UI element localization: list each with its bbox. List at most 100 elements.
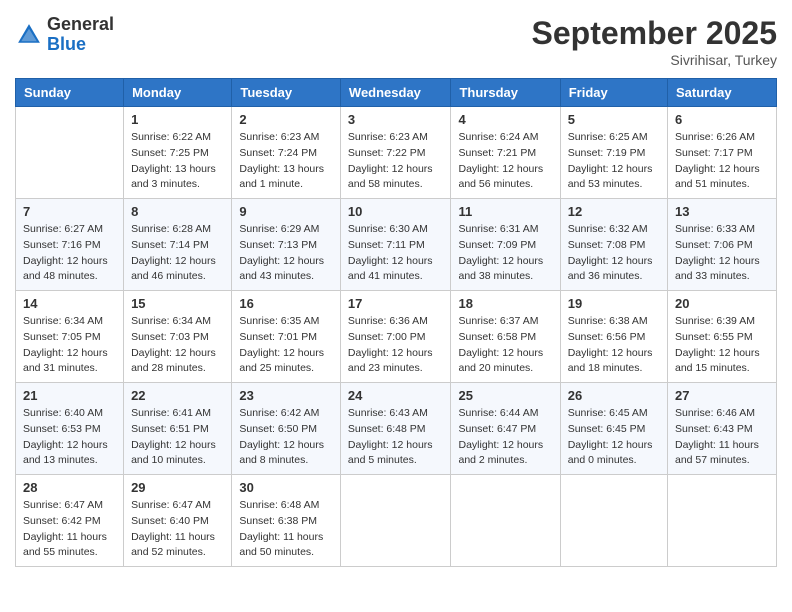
day-number: 15 bbox=[131, 296, 224, 311]
day-info: Sunrise: 6:48 AMSunset: 6:38 PMDaylight:… bbox=[239, 498, 333, 561]
calendar-cell: 15 Sunrise: 6:34 AMSunset: 7:03 PMDayligh… bbox=[124, 291, 232, 383]
logo-icon bbox=[15, 21, 43, 49]
calendar-header-row: SundayMondayTuesdayWednesdayThursdayFrid… bbox=[16, 79, 777, 107]
day-info: Sunrise: 6:35 AMSunset: 7:01 PMDaylight:… bbox=[239, 314, 333, 377]
calendar-cell: 18Sunrise: 6:37 AMSunset: 6:58 PMDayligh… bbox=[451, 291, 560, 383]
day-number: 1 bbox=[131, 112, 224, 127]
day-number: 2 bbox=[239, 112, 333, 127]
calendar-cell bbox=[451, 475, 560, 567]
calendar-cell: 6 Sunrise: 6:26 AMSunset: 7:17 PMDaylight… bbox=[668, 107, 777, 199]
calendar-week-row: 14 Sunrise: 6:34 AMSunset: 7:05 PMDayligh… bbox=[16, 291, 777, 383]
day-info: Sunrise: 6:25 AMSunset: 7:19 PMDaylight:… bbox=[568, 130, 660, 193]
calendar-cell: 1 Sunrise: 6:22 AMSunset: 7:25 PMDaylight… bbox=[124, 107, 232, 199]
day-number: 20 bbox=[675, 296, 769, 311]
calendar-header-friday: Friday bbox=[560, 79, 667, 107]
day-number: 10 bbox=[348, 204, 444, 219]
day-info: Sunrise: 6:23 AMSunset: 7:24 PMDaylight:… bbox=[239, 130, 333, 193]
calendar-cell bbox=[560, 475, 667, 567]
day-info: Sunrise: 6:28 AMSunset: 7:14 PMDaylight:… bbox=[131, 222, 224, 285]
calendar-cell: 23 Sunrise: 6:42 AMSunset: 6:50 PMDayligh… bbox=[232, 383, 341, 475]
day-info: Sunrise: 6:29 AMSunset: 7:13 PMDaylight:… bbox=[239, 222, 333, 285]
day-info: Sunrise: 6:45 AMSunset: 6:45 PMDaylight:… bbox=[568, 406, 660, 469]
logo: General Blue bbox=[15, 15, 114, 55]
day-info: Sunrise: 6:41 AMSunset: 6:51 PMDaylight:… bbox=[131, 406, 224, 469]
calendar-cell bbox=[340, 475, 451, 567]
day-info: Sunrise: 6:26 AMSunset: 7:17 PMDaylight:… bbox=[675, 130, 769, 193]
day-number: 26 bbox=[568, 388, 660, 403]
day-number: 27 bbox=[675, 388, 769, 403]
day-number: 14 bbox=[23, 296, 116, 311]
day-info: Sunrise: 6:39 AMSunset: 6:55 PMDaylight:… bbox=[675, 314, 769, 377]
calendar-header-sunday: Sunday bbox=[16, 79, 124, 107]
day-number: 19 bbox=[568, 296, 660, 311]
calendar-cell: 2 Sunrise: 6:23 AMSunset: 7:24 PMDaylight… bbox=[232, 107, 341, 199]
month-title: September 2025 bbox=[532, 15, 777, 52]
calendar-week-row: 7Sunrise: 6:27 AMSunset: 7:16 PMDaylight… bbox=[16, 199, 777, 291]
page-header: General Blue September 2025 Sivrihisar, … bbox=[15, 15, 777, 68]
calendar-cell: 10 Sunrise: 6:30 AMSunset: 7:11 PMDayligh… bbox=[340, 199, 451, 291]
calendar-cell: 8 Sunrise: 6:28 AMSunset: 7:14 PMDaylight… bbox=[124, 199, 232, 291]
day-info: Sunrise: 6:43 AMSunset: 6:48 PMDaylight:… bbox=[348, 406, 444, 469]
day-info: Sunrise: 6:42 AMSunset: 6:50 PMDaylight:… bbox=[239, 406, 333, 469]
day-info: Sunrise: 6:38 AMSunset: 6:56 PMDaylight:… bbox=[568, 314, 660, 377]
calendar-cell: 3 Sunrise: 6:23 AMSunset: 7:22 PMDaylight… bbox=[340, 107, 451, 199]
day-number: 25 bbox=[458, 388, 552, 403]
day-info: Sunrise: 6:44 AMSunset: 6:47 PMDaylight:… bbox=[458, 406, 552, 469]
day-number: 24 bbox=[348, 388, 444, 403]
location: Sivrihisar, Turkey bbox=[532, 52, 777, 68]
day-number: 21 bbox=[23, 388, 116, 403]
day-number: 9 bbox=[239, 204, 333, 219]
day-info: Sunrise: 6:34 AMSunset: 7:05 PMDaylight:… bbox=[23, 314, 116, 377]
calendar-cell bbox=[668, 475, 777, 567]
calendar-cell: 13 Sunrise: 6:33 AMSunset: 7:06 PMDayligh… bbox=[668, 199, 777, 291]
day-number: 22 bbox=[131, 388, 224, 403]
calendar-header-saturday: Saturday bbox=[668, 79, 777, 107]
day-number: 28 bbox=[23, 480, 116, 495]
calendar-cell: 22 Sunrise: 6:41 AMSunset: 6:51 PMDayligh… bbox=[124, 383, 232, 475]
day-info: Sunrise: 6:23 AMSunset: 7:22 PMDaylight:… bbox=[348, 130, 444, 193]
day-info: Sunrise: 6:47 AMSunset: 6:42 PMDaylight:… bbox=[23, 498, 116, 561]
day-info: Sunrise: 6:24 AMSunset: 7:21 PMDaylight:… bbox=[458, 130, 552, 193]
calendar-cell: 28 Sunrise: 6:47 AMSunset: 6:42 PMDayligh… bbox=[16, 475, 124, 567]
day-info: Sunrise: 6:22 AMSunset: 7:25 PMDaylight:… bbox=[131, 130, 224, 193]
calendar-header-tuesday: Tuesday bbox=[232, 79, 341, 107]
day-number: 29 bbox=[131, 480, 224, 495]
calendar-cell: 4Sunrise: 6:24 AMSunset: 7:21 PMDaylight… bbox=[451, 107, 560, 199]
calendar-cell: 24 Sunrise: 6:43 AMSunset: 6:48 PMDayligh… bbox=[340, 383, 451, 475]
day-number: 5 bbox=[568, 112, 660, 127]
day-number: 8 bbox=[131, 204, 224, 219]
calendar-cell: 12Sunrise: 6:32 AMSunset: 7:08 PMDayligh… bbox=[560, 199, 667, 291]
day-info: Sunrise: 6:30 AMSunset: 7:11 PMDaylight:… bbox=[348, 222, 444, 285]
calendar-cell: 25 Sunrise: 6:44 AMSunset: 6:47 PMDayligh… bbox=[451, 383, 560, 475]
day-number: 17 bbox=[348, 296, 444, 311]
day-number: 3 bbox=[348, 112, 444, 127]
calendar-cell: 21 Sunrise: 6:40 AMSunset: 6:53 PMDayligh… bbox=[16, 383, 124, 475]
day-number: 6 bbox=[675, 112, 769, 127]
day-info: Sunrise: 6:36 AMSunset: 7:00 PMDaylight:… bbox=[348, 314, 444, 377]
day-info: Sunrise: 6:40 AMSunset: 6:53 PMDaylight:… bbox=[23, 406, 116, 469]
calendar-header-monday: Monday bbox=[124, 79, 232, 107]
logo-blue-text: Blue bbox=[47, 34, 86, 54]
day-number: 23 bbox=[239, 388, 333, 403]
day-info: Sunrise: 6:34 AMSunset: 7:03 PMDaylight:… bbox=[131, 314, 224, 377]
calendar-cell: 14 Sunrise: 6:34 AMSunset: 7:05 PMDayligh… bbox=[16, 291, 124, 383]
day-number: 16 bbox=[239, 296, 333, 311]
day-info: Sunrise: 6:47 AMSunset: 6:40 PMDaylight:… bbox=[131, 498, 224, 561]
day-number: 30 bbox=[239, 480, 333, 495]
day-info: Sunrise: 6:31 AMSunset: 7:09 PMDaylight:… bbox=[458, 222, 552, 285]
calendar-cell: 7Sunrise: 6:27 AMSunset: 7:16 PMDaylight… bbox=[16, 199, 124, 291]
day-info: Sunrise: 6:33 AMSunset: 7:06 PMDaylight:… bbox=[675, 222, 769, 285]
calendar-cell: 16 Sunrise: 6:35 AMSunset: 7:01 PMDayligh… bbox=[232, 291, 341, 383]
calendar-cell: 20 Sunrise: 6:39 AMSunset: 6:55 PMDayligh… bbox=[668, 291, 777, 383]
calendar-cell bbox=[16, 107, 124, 199]
calendar-week-row: 28 Sunrise: 6:47 AMSunset: 6:42 PMDayligh… bbox=[16, 475, 777, 567]
calendar-table: SundayMondayTuesdayWednesdayThursdayFrid… bbox=[15, 78, 777, 567]
calendar-cell: 9 Sunrise: 6:29 AMSunset: 7:13 PMDaylight… bbox=[232, 199, 341, 291]
day-number: 7 bbox=[23, 204, 116, 219]
calendar-cell: 29 Sunrise: 6:47 AMSunset: 6:40 PMDayligh… bbox=[124, 475, 232, 567]
logo-general-text: General bbox=[47, 14, 114, 34]
calendar-cell: 27Sunrise: 6:46 AMSunset: 6:43 PMDayligh… bbox=[668, 383, 777, 475]
day-number: 18 bbox=[458, 296, 552, 311]
day-number: 13 bbox=[675, 204, 769, 219]
calendar-header-wednesday: Wednesday bbox=[340, 79, 451, 107]
